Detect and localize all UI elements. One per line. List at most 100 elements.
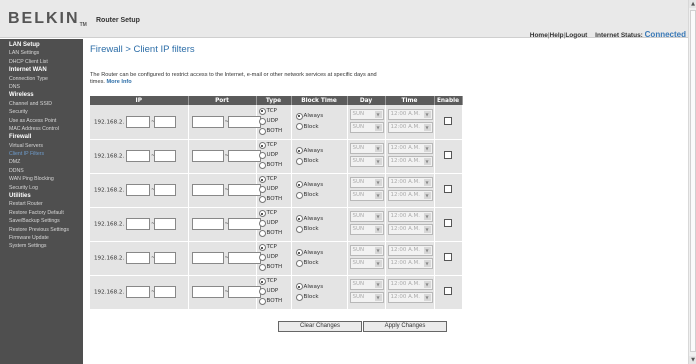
sidebar-item[interactable]: Restore Previous Settings xyxy=(0,226,83,234)
sidebar-item[interactable]: DMZ xyxy=(0,158,83,166)
ip-start-input[interactable] xyxy=(126,150,151,162)
day-end-select[interactable]: SUN ▼ xyxy=(349,121,384,133)
ip-end-input[interactable] xyxy=(154,184,177,196)
type-radio-1[interactable] xyxy=(258,220,266,227)
sidebar-item[interactable]: Client IP Filters xyxy=(0,150,83,158)
day-start-select[interactable]: SUN ▼ xyxy=(349,245,384,256)
ip-end-input[interactable] xyxy=(154,150,177,162)
enable-checkbox[interactable] xyxy=(444,219,452,227)
day-end-select[interactable]: SUN ▼ xyxy=(349,190,384,201)
type-radio-0[interactable] xyxy=(258,210,266,217)
block-radio-0[interactable] xyxy=(295,147,303,154)
port-end-input[interactable] xyxy=(227,252,261,264)
time-start-select[interactable]: 12:00 A.M. ▼ xyxy=(387,177,433,188)
day-end-select[interactable]: SUN ▼ xyxy=(349,258,384,269)
port-start-input[interactable] xyxy=(191,150,224,162)
type-radio-2[interactable] xyxy=(258,264,266,271)
sidebar-item[interactable]: LAN Settings xyxy=(0,49,83,57)
clear-changes-button[interactable]: Clear Changes xyxy=(278,321,362,332)
type-radio-2[interactable] xyxy=(258,162,266,169)
time-end-select[interactable]: 12:00 A.M. ▼ xyxy=(387,292,433,303)
ip-end-input[interactable] xyxy=(154,286,177,298)
day-start-select[interactable]: SUN ▼ xyxy=(349,177,384,188)
vertical-scrollbar[interactable]: ▲ ▼ xyxy=(688,0,696,364)
port-end-input[interactable] xyxy=(227,115,261,128)
time-start-select[interactable]: 12:00 A.M. ▼ xyxy=(387,143,433,154)
type-radio-1[interactable] xyxy=(258,288,266,295)
logout-link[interactable]: Logout xyxy=(565,32,587,39)
time-start-select[interactable]: 12:00 A.M. ▼ xyxy=(387,245,433,256)
type-radio-0[interactable] xyxy=(258,176,266,183)
sidebar-item[interactable]: Virtual Servers xyxy=(0,142,83,150)
sidebar-item[interactable]: Restart Router xyxy=(0,200,83,208)
type-radio-2[interactable] xyxy=(258,230,266,237)
block-radio-1[interactable] xyxy=(295,157,303,165)
day-start-select[interactable]: SUN ▼ xyxy=(349,279,384,290)
enable-checkbox[interactable] xyxy=(444,253,452,261)
block-radio-1[interactable] xyxy=(295,123,303,131)
sidebar-item[interactable]: Use as Access Point xyxy=(0,117,83,125)
sidebar-item[interactable]: Save/Backup Settings xyxy=(0,217,83,225)
day-start-select[interactable]: SUN ▼ xyxy=(349,143,384,154)
type-radio-0[interactable] xyxy=(258,244,266,251)
sidebar-item[interactable]: DHCP Client List xyxy=(0,58,83,66)
sidebar-item[interactable]: DDNS xyxy=(0,167,83,175)
day-end-select[interactable]: SUN ▼ xyxy=(349,156,384,167)
port-start-input[interactable] xyxy=(191,115,224,128)
ip-end-input[interactable] xyxy=(154,115,177,128)
sidebar-item[interactable]: Connection Type xyxy=(0,75,83,83)
ip-start-input[interactable] xyxy=(126,218,151,230)
block-radio-1[interactable] xyxy=(295,225,303,233)
ip-start-input[interactable] xyxy=(126,252,151,264)
ip-start-input[interactable] xyxy=(126,286,151,298)
port-start-input[interactable] xyxy=(191,184,224,196)
sidebar-item[interactable]: WAN Ping Blocking xyxy=(0,175,83,183)
home-link[interactable]: Home xyxy=(530,32,548,39)
type-radio-1[interactable] xyxy=(258,254,266,261)
enable-checkbox[interactable] xyxy=(444,287,452,295)
scroll-up-arrow-icon[interactable]: ▲ xyxy=(689,0,696,8)
block-radio-1[interactable] xyxy=(295,259,303,267)
block-radio-1[interactable] xyxy=(295,293,303,301)
block-radio-0[interactable] xyxy=(295,249,303,256)
time-end-select[interactable]: 12:00 A.M. ▼ xyxy=(387,190,433,201)
type-radio-0[interactable] xyxy=(258,142,266,149)
day-end-select[interactable]: SUN ▼ xyxy=(349,224,384,235)
port-start-input[interactable] xyxy=(191,218,224,230)
ip-end-input[interactable] xyxy=(154,252,177,264)
sidebar-item[interactable]: System Settings xyxy=(0,242,83,250)
sidebar-item[interactable]: Security Log xyxy=(0,184,83,192)
time-end-select[interactable]: 12:00 A.M. ▼ xyxy=(387,121,433,133)
sidebar-item[interactable]: DNS xyxy=(0,83,83,91)
apply-changes-button[interactable]: Apply Changes xyxy=(363,321,447,332)
type-radio-2[interactable] xyxy=(258,298,266,305)
type-radio-1[interactable] xyxy=(258,117,266,125)
block-radio-0[interactable] xyxy=(295,215,303,222)
type-radio-1[interactable] xyxy=(258,186,266,193)
day-end-select[interactable]: SUN ▼ xyxy=(349,292,384,303)
help-link[interactable]: Help xyxy=(550,32,564,39)
time-end-select[interactable]: 12:00 A.M. ▼ xyxy=(387,258,433,269)
type-radio-0[interactable] xyxy=(258,278,266,285)
type-radio-2[interactable] xyxy=(258,196,266,203)
time-end-select[interactable]: 12:00 A.M. ▼ xyxy=(387,224,433,235)
block-radio-0[interactable] xyxy=(295,283,303,290)
time-end-select[interactable]: 12:00 A.M. ▼ xyxy=(387,156,433,167)
time-start-select[interactable]: 12:00 A.M. ▼ xyxy=(387,279,433,290)
type-radio-2[interactable] xyxy=(258,127,266,135)
port-start-input[interactable] xyxy=(191,252,224,264)
port-end-input[interactable] xyxy=(227,150,261,162)
port-end-input[interactable] xyxy=(227,184,261,196)
day-start-select[interactable]: SUN ▼ xyxy=(349,108,384,120)
port-end-input[interactable] xyxy=(227,218,261,230)
enable-checkbox[interactable] xyxy=(444,151,452,159)
enable-checkbox[interactable] xyxy=(444,116,452,125)
more-info-link[interactable]: More Info xyxy=(106,79,131,85)
block-radio-0[interactable] xyxy=(295,112,303,120)
port-start-input[interactable] xyxy=(191,286,224,298)
enable-checkbox[interactable] xyxy=(444,185,452,193)
block-radio-0[interactable] xyxy=(295,181,303,188)
ip-end-input[interactable] xyxy=(154,218,177,230)
time-start-select[interactable]: 12:00 A.M. ▼ xyxy=(387,211,433,222)
scroll-down-arrow-icon[interactable]: ▼ xyxy=(689,356,696,364)
